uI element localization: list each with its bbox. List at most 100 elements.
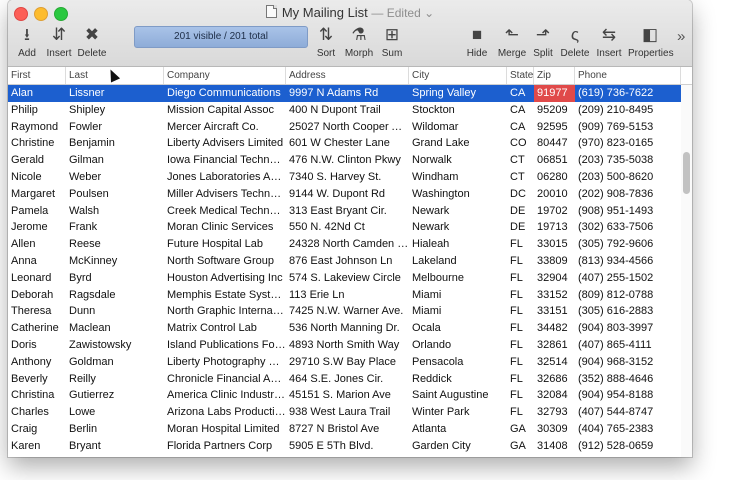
cell-last[interactable]: Poulsen — [66, 186, 164, 203]
cell-state[interactable]: GA — [507, 438, 534, 455]
cell-company[interactable]: Liberty Advisers Limited — [164, 135, 286, 152]
cell-zip[interactable]: 91977 — [534, 85, 575, 102]
cell-address[interactable]: 9144 W. Dupont Rd — [286, 186, 409, 203]
cell-first[interactable]: Doris — [8, 337, 66, 354]
cell-phone[interactable]: (909) 769-5153 — [575, 119, 681, 136]
cell-zip[interactable]: 06280 — [534, 169, 575, 186]
cell-city[interactable]: Wildomar — [409, 119, 507, 136]
split-field-button[interactable]: ⬏ Split — [530, 22, 556, 60]
cell-address[interactable]: 4893 North Smith Way — [286, 337, 409, 354]
cell-first[interactable]: Anthony — [8, 354, 66, 371]
cell-company[interactable]: Florida Partners Corp — [164, 438, 286, 455]
cell-address[interactable]: 5905 E 5Th Blvd. — [286, 438, 409, 455]
cell-state[interactable]: FL — [507, 387, 534, 404]
cell-first[interactable]: Gerald — [8, 152, 66, 169]
cell-company[interactable]: Arizona Labs Productions — [164, 404, 286, 421]
cell-city[interactable]: Grand Lake — [409, 135, 507, 152]
cell-zip[interactable]: 32514 — [534, 354, 575, 371]
cell-zip[interactable]: 33015 — [534, 236, 575, 253]
cell-state[interactable]: FL — [507, 253, 534, 270]
cell-company[interactable]: Moran Hospital Limited — [164, 421, 286, 438]
cell-zip[interactable]: 32686 — [534, 371, 575, 388]
table-row[interactable]: Catherine Maclean Matrix Control Lab 536 No… — [8, 320, 692, 337]
cell-company[interactable]: Houston Advertising Inc — [164, 270, 286, 287]
cell-state[interactable]: CO — [507, 135, 534, 152]
cell-city[interactable]: Saint Augustine — [409, 387, 507, 404]
cell-state[interactable]: FL — [507, 303, 534, 320]
cell-zip[interactable]: 80447 — [534, 135, 575, 152]
cell-phone[interactable]: (305) 792-9606 — [575, 236, 681, 253]
cell-zip[interactable]: 31408 — [534, 438, 575, 455]
merge-fields-button[interactable]: ⬑ Merge — [495, 22, 529, 60]
cell-last[interactable]: Maclean — [66, 320, 164, 337]
cell-last[interactable]: Reilly — [66, 371, 164, 388]
cell-state[interactable]: FL — [507, 236, 534, 253]
sort-button[interactable]: ⇅ Sort — [313, 22, 339, 60]
cell-phone[interactable]: (203) 500-8620 — [575, 169, 681, 186]
cell-city[interactable]: Melbourne — [409, 270, 507, 287]
cell-company[interactable]: Diego Communications — [164, 85, 286, 102]
cell-state[interactable]: DE — [507, 219, 534, 236]
cell-company[interactable]: Jones Laboratories Assoc — [164, 169, 286, 186]
cell-zip[interactable]: 92595 — [534, 119, 575, 136]
cell-company[interactable]: Island Publications Foundation — [164, 337, 286, 354]
cell-address[interactable]: 8727 N Bristol Ave — [286, 421, 409, 438]
cell-phone[interactable]: (407) 544-8747 — [575, 404, 681, 421]
cell-company[interactable]: Liberty Photography Partners — [164, 354, 286, 371]
cell-phone[interactable]: (904) 968-3152 — [575, 354, 681, 371]
table-row[interactable]: Alan Lissner Diego Communications 9997 N Ad… — [8, 85, 692, 102]
cell-city[interactable]: Washington — [409, 186, 507, 203]
cell-address[interactable]: 25027 North Cooper Ave — [286, 119, 409, 136]
cell-first[interactable]: Karen — [8, 438, 66, 455]
cell-company[interactable]: Mission Capital Assoc — [164, 102, 286, 119]
column-header-zip[interactable]: Zip — [534, 67, 575, 84]
cell-last[interactable]: Dunn — [66, 303, 164, 320]
cell-zip[interactable]: 32793 — [534, 404, 575, 421]
cell-first[interactable]: Craig — [8, 421, 66, 438]
cell-first[interactable]: Jerome — [8, 219, 66, 236]
cell-zip[interactable]: 20010 — [534, 186, 575, 203]
cell-last[interactable]: Goldman — [66, 354, 164, 371]
column-header-state[interactable]: State — [507, 67, 534, 84]
table-row[interactable]: Charles Lowe Arizona Labs Productions 938 W… — [8, 404, 692, 421]
cell-company[interactable]: America Clinic Industries — [164, 387, 286, 404]
cell-company[interactable]: North Software Group — [164, 253, 286, 270]
table-row[interactable]: Deborah Ragsdale Memphis Estate Systems 113… — [8, 287, 692, 304]
cell-last[interactable]: Ragsdale — [66, 287, 164, 304]
cell-address[interactable]: 876 East Johnson Ln — [286, 253, 409, 270]
scrollbar-thumb[interactable] — [683, 152, 690, 194]
cell-first[interactable]: Margaret — [8, 186, 66, 203]
cell-address[interactable]: 45151 S. Marion Ave — [286, 387, 409, 404]
cell-city[interactable]: Miami — [409, 287, 507, 304]
morph-button[interactable]: ⚗ Morph — [341, 22, 377, 60]
cell-zip[interactable]: 19713 — [534, 219, 575, 236]
cell-company[interactable]: Mercer Aircraft Co. — [164, 119, 286, 136]
cell-first[interactable]: Nicole — [8, 169, 66, 186]
table-row[interactable]: Christina Gutierrez America Clinic Industr… — [8, 387, 692, 404]
cell-phone[interactable]: (619) 736-7622 — [575, 85, 681, 102]
cell-first[interactable]: Leonard — [8, 270, 66, 287]
cell-company[interactable]: Creek Medical Technology — [164, 203, 286, 220]
cell-last[interactable]: Byrd — [66, 270, 164, 287]
cell-zip[interactable]: 19702 — [534, 203, 575, 220]
cell-first[interactable]: Christina — [8, 387, 66, 404]
cell-address[interactable]: 313 East Bryant Cir. — [286, 203, 409, 220]
table-row[interactable]: BeverlyReillyChronicle Financial Associa… — [8, 371, 692, 388]
cell-address[interactable]: 29710 S.W Bay Place — [286, 354, 409, 371]
delete-field-button[interactable]: ς Delete — [559, 22, 591, 60]
table-row[interactable]: Nicole Weber Jones Laboratories Assoc 7340 … — [8, 169, 692, 186]
cell-company[interactable]: Memphis Estate Systems — [164, 287, 286, 304]
cell-last[interactable]: Walsh — [66, 203, 164, 220]
cell-last[interactable]: Shipley — [66, 102, 164, 119]
cell-address[interactable]: 550 N. 42Nd Ct — [286, 219, 409, 236]
cell-address[interactable]: 400 N Dupont Trail — [286, 102, 409, 119]
cell-first[interactable]: Pamela — [8, 203, 66, 220]
cell-zip[interactable]: 30309 — [534, 421, 575, 438]
cell-first[interactable]: Catherine — [8, 320, 66, 337]
column-header-first[interactable]: First — [8, 67, 66, 84]
table-row[interactable]: Margaret Poulsen Miller Advisers Technolog… — [8, 186, 692, 203]
cell-last[interactable]: Lowe — [66, 404, 164, 421]
cell-address[interactable]: 476 N.W. Clinton Pkwy — [286, 152, 409, 169]
cell-last[interactable]: Berlin — [66, 421, 164, 438]
cell-phone[interactable]: (352) 888-4646 — [575, 371, 681, 388]
